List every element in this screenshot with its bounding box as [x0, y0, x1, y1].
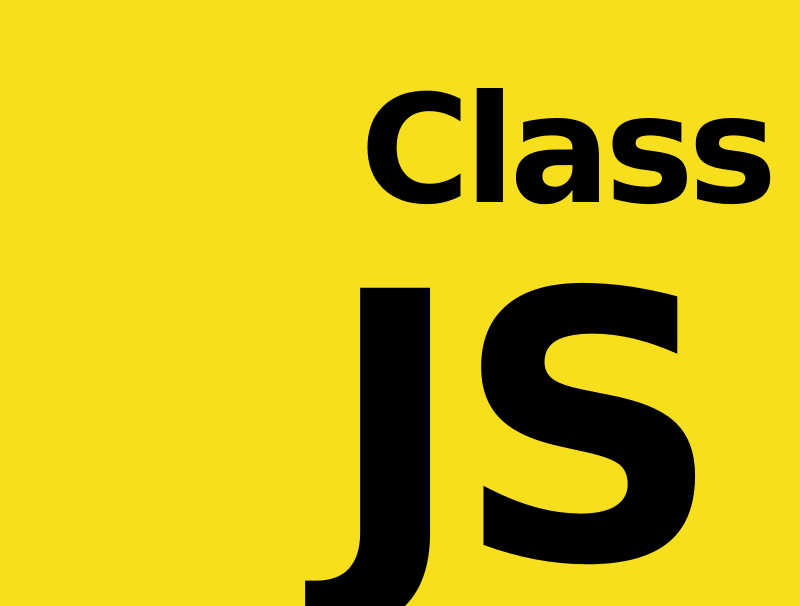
logo-word-js: JS — [326, 214, 722, 606]
class-js-logo: Class JS — [0, 0, 800, 606]
logo-word-class: Class — [360, 64, 777, 238]
